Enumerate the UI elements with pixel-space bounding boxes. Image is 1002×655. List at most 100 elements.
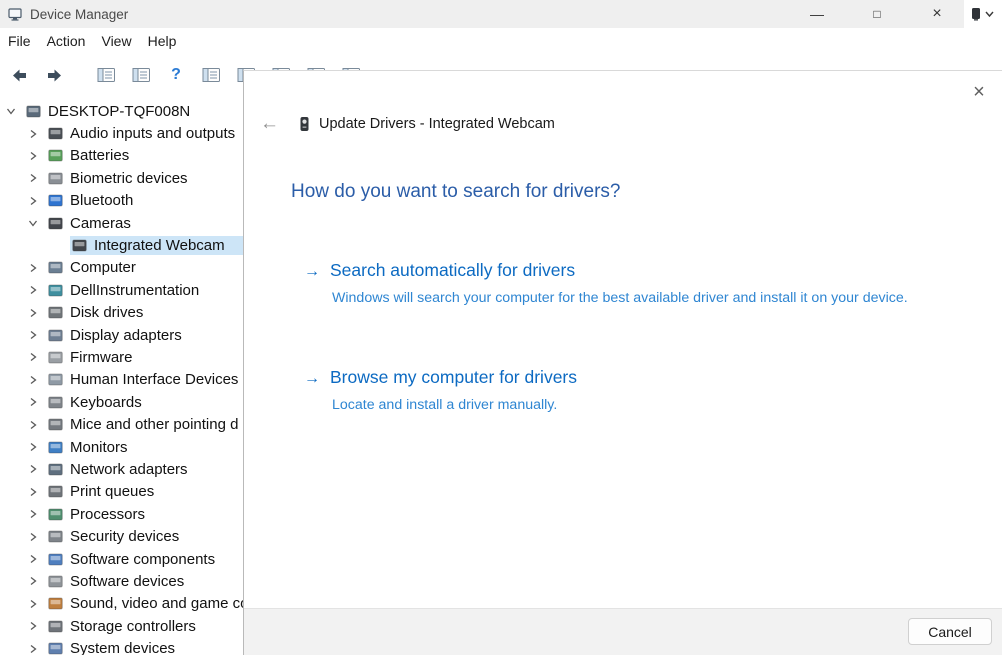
chevron-right-icon[interactable]: [28, 129, 38, 139]
tree-item-monitors[interactable]: Monitors: [0, 436, 243, 458]
chevron-right-icon[interactable]: [28, 285, 38, 295]
tree-item-firmware[interactable]: Firmware: [0, 346, 243, 368]
chevron-right-icon[interactable]: [28, 173, 38, 183]
cancel-button[interactable]: Cancel: [908, 618, 992, 645]
option-browse-my-computer-for-drivers[interactable]: →Browse my computer for driversLocate an…: [304, 367, 1002, 416]
menu-help[interactable]: Help: [140, 29, 185, 53]
tree-item-label: System devices: [70, 640, 175, 655]
sound-icon: [48, 597, 63, 610]
option-search-automatically-for-drivers[interactable]: →Search automatically for driversWindows…: [304, 260, 1002, 309]
biometric-icon: [48, 172, 63, 185]
firmware-icon: [48, 351, 63, 364]
maximize-button[interactable]: □: [854, 0, 900, 28]
driver-search-options: →Search automatically for driversWindows…: [304, 260, 1002, 417]
tree-item-label: Software components: [70, 551, 215, 568]
forward-button[interactable]: [41, 62, 67, 88]
tree-item-display-adapters[interactable]: Display adapters: [0, 324, 243, 346]
disk-drive-icon: [48, 306, 63, 319]
show-console-tree-button[interactable]: [93, 62, 119, 88]
chevron-right-icon[interactable]: [28, 308, 38, 318]
tree-item-label: Mice and other pointing d: [70, 416, 238, 433]
chevron-right-icon[interactable]: [28, 151, 38, 161]
system-icon: [48, 642, 63, 655]
update-drivers-dialog: × ← Update Drivers - Integrated Webcam H…: [243, 70, 1002, 655]
tree-item-print-queues[interactable]: Print queues: [0, 481, 243, 503]
minimize-button[interactable]: —: [794, 0, 840, 28]
tree-item-label: Print queues: [70, 483, 154, 500]
tree-item-sound-video-and-game-co[interactable]: Sound, video and game co: [0, 593, 243, 615]
chevron-down-icon[interactable]: [6, 106, 16, 116]
chevron-right-icon[interactable]: [28, 464, 38, 474]
chevron-right-icon[interactable]: [28, 263, 38, 273]
export-list-button[interactable]: [198, 62, 224, 88]
export-list-icon: [202, 67, 221, 83]
tree-item-label: Audio inputs and outputs: [70, 125, 235, 142]
tree-item-label: Monitors: [70, 439, 128, 456]
chevron-right-icon[interactable]: [28, 420, 38, 430]
menu-view[interactable]: View: [93, 29, 139, 53]
dialog-back-button[interactable]: ←: [260, 113, 279, 135]
tree-item-biometric-devices[interactable]: Biometric devices: [0, 167, 243, 189]
computer-icon: [48, 261, 63, 274]
tree-item-integrated-webcam[interactable]: Integrated Webcam: [0, 234, 243, 256]
chevron-right-icon[interactable]: [28, 196, 38, 206]
chevron-right-icon[interactable]: [28, 532, 38, 542]
tree-item-processors[interactable]: Processors: [0, 503, 243, 525]
tree-item-network-adapters[interactable]: Network adapters: [0, 458, 243, 480]
tree-item-audio-inputs-and-outputs[interactable]: Audio inputs and outputs: [0, 122, 243, 144]
tree-item-software-devices[interactable]: Software devices: [0, 570, 243, 592]
chevron-right-icon[interactable]: [28, 576, 38, 586]
help-button[interactable]: ?: [163, 62, 189, 88]
tree-item-keyboards[interactable]: Keyboards: [0, 391, 243, 413]
device-icon: [971, 7, 981, 21]
close-button[interactable]: ×: [914, 0, 960, 28]
chevron-right-icon[interactable]: [28, 352, 38, 362]
tree-item-storage-controllers[interactable]: Storage controllers: [0, 615, 243, 637]
chevron-right-icon[interactable]: [28, 621, 38, 631]
processor-icon: [48, 508, 63, 521]
tree-item-security-devices[interactable]: Security devices: [0, 525, 243, 547]
option-description: Locate and install a driver manually.: [332, 395, 910, 416]
tree-item-label: Integrated Webcam: [94, 237, 225, 254]
tree-item-label: Biometric devices: [70, 170, 188, 187]
chevron-right-icon[interactable]: [28, 554, 38, 564]
tree-item-human-interface-devices[interactable]: Human Interface Devices: [0, 369, 243, 391]
tree-item-mice-and-other-pointing-d[interactable]: Mice and other pointing d: [0, 413, 243, 435]
menu-action[interactable]: Action: [39, 29, 94, 53]
tree-item-software-components[interactable]: Software components: [0, 548, 243, 570]
arrow-right-icon: →: [304, 370, 320, 388]
tree-item-computer[interactable]: Computer: [0, 257, 243, 279]
chevron-right-icon[interactable]: [28, 375, 38, 385]
tree-item-cameras[interactable]: Cameras: [0, 212, 243, 234]
tree-item-label: Processors: [70, 506, 145, 523]
tree-item-label: Batteries: [70, 147, 129, 164]
maximize-icon: □: [873, 7, 880, 21]
chevron-right-icon[interactable]: [28, 599, 38, 609]
tree-item-batteries[interactable]: Batteries: [0, 145, 243, 167]
option-label: Search automatically for drivers: [330, 260, 575, 281]
chevron-right-icon[interactable]: [28, 644, 38, 654]
webcam-icon: [72, 239, 87, 252]
tree-item-bluetooth[interactable]: Bluetooth: [0, 190, 243, 212]
chevron-down-icon[interactable]: [984, 7, 995, 21]
tree-item-disk-drives[interactable]: Disk drives: [0, 302, 243, 324]
battery-icon: [48, 149, 63, 162]
menu-file[interactable]: File: [0, 29, 39, 53]
chevron-right-icon[interactable]: [28, 442, 38, 452]
chevron-right-icon[interactable]: [28, 330, 38, 340]
mouse-icon: [48, 418, 63, 431]
chevron-right-icon[interactable]: [28, 487, 38, 497]
dialog-close-button[interactable]: ×: [966, 79, 992, 105]
chevron-right-icon[interactable]: [28, 509, 38, 519]
properties-button[interactable]: [128, 62, 154, 88]
chevron-right-icon[interactable]: [28, 397, 38, 407]
chevron-down-icon[interactable]: [28, 218, 38, 228]
dialog-heading: How do you want to search for drivers?: [291, 181, 1002, 203]
storage-icon: [48, 620, 63, 633]
dialog-close-icon: ×: [973, 81, 985, 104]
back-button[interactable]: [6, 62, 32, 88]
tree-item-desktop-tqf008n[interactable]: DESKTOP-TQF008N: [0, 100, 243, 122]
tree-item-dellinstrumentation[interactable]: DellInstrumentation: [0, 279, 243, 301]
tree-item-system-devices[interactable]: System devices: [0, 637, 243, 655]
device-tree: DESKTOP-TQF008N Audio inputs and outputs B…: [0, 100, 243, 655]
